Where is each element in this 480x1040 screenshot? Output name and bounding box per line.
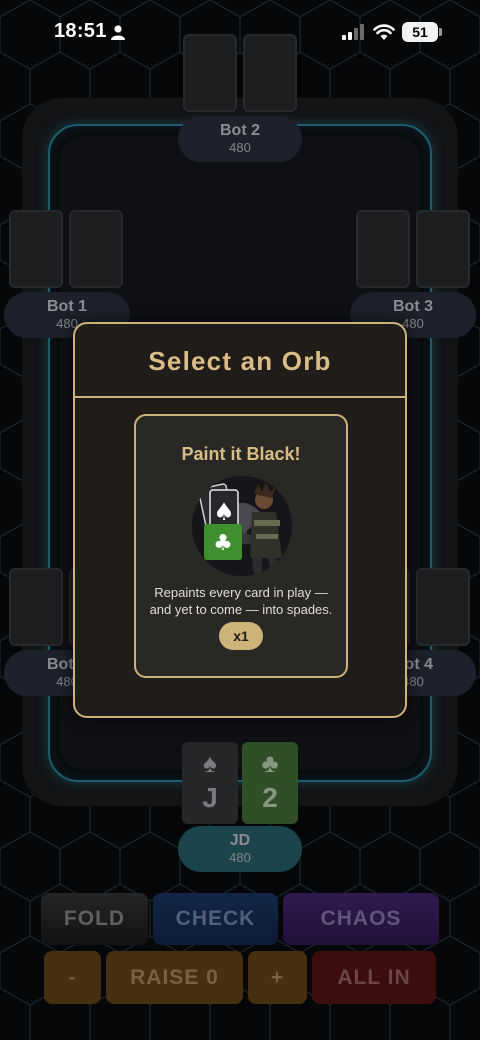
battery-tip [439, 28, 442, 36]
orb-name: Paint it Black! [181, 444, 301, 464]
status-bar: 18:51 51 [0, 0, 480, 64]
person-icon [111, 25, 125, 40]
orb-count-badge: x1 [219, 622, 263, 650]
cellular-signal-icon [342, 24, 364, 40]
svg-text:♠: ♠ [213, 498, 235, 526]
battery-icon: 51 [402, 22, 438, 42]
orb-description: Repaints every card in play — and yet to… [149, 585, 333, 617]
svg-text:♣: ♣ [213, 531, 233, 556]
orb-option-card[interactable]: Paint it Black! ♠ ♣ Repaints every card … [134, 414, 348, 678]
status-time: 18:51 [54, 20, 107, 42]
orb-illustration-icon: ♠ ♣ [192, 476, 292, 576]
modal-title: Select an Orb [75, 324, 405, 398]
wifi-icon [373, 24, 395, 40]
orb-select-modal: Select an Orb Paint it Black! ♠ ♣ Repain… [73, 322, 407, 718]
